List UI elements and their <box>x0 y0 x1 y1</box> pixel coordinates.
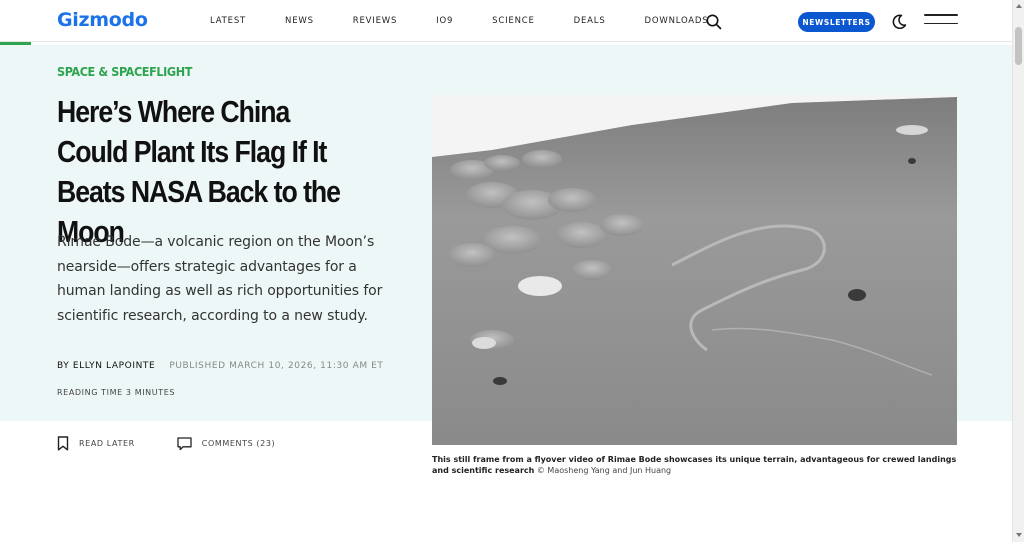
site-header: Gizmodo LATEST NEWS REVIEWS IO9 SCIENCE … <box>0 0 1012 42</box>
nav-news[interactable]: NEWS <box>285 16 314 26</box>
nav-latest[interactable]: LATEST <box>210 16 246 26</box>
article-title: Here’s Where China Could Plant Its Flag … <box>57 94 341 249</box>
hamburger-menu-icon[interactable] <box>924 14 958 28</box>
comment-icon <box>177 436 192 450</box>
read-later-label: READ LATER <box>79 439 135 448</box>
scrollbar-thumb[interactable] <box>1015 27 1022 65</box>
reading-time: READING TIME 3 MINUTES <box>57 388 176 397</box>
article-dek: Rimae Bode—a volcanic region on the Moon… <box>57 234 383 324</box>
page-scrollbar[interactable] <box>1012 0 1024 542</box>
nav-io9[interactable]: IO9 <box>436 16 453 26</box>
author-name[interactable]: BY ELLYN LAPOINTE <box>57 361 155 371</box>
scroll-down-arrow-icon[interactable] <box>1016 533 1022 537</box>
comments-label: COMMENTS (23) <box>201 439 276 448</box>
article-category[interactable]: SPACE & SPACEFLIGHT <box>57 64 192 79</box>
caption-credit: © Maosheng Yang and Jun Huang <box>536 466 672 475</box>
nav-science[interactable]: SCIENCE <box>492 16 534 26</box>
caption-text: This still frame from a flyover video of… <box>432 455 957 475</box>
lead-image-moon-terrain[interactable] <box>432 95 957 445</box>
main-nav: LATEST NEWS REVIEWS IO9 SCIENCE DEALS DO… <box>210 0 747 42</box>
nav-reviews[interactable]: REVIEWS <box>353 16 397 26</box>
nav-deals[interactable]: DEALS <box>574 16 606 26</box>
moon-icon[interactable] <box>890 13 908 31</box>
image-caption: This still frame from a flyover video of… <box>432 454 957 476</box>
site-logo[interactable]: Gizmodo <box>57 9 148 31</box>
comments-button[interactable]: COMMENTS (23) <box>177 436 276 451</box>
scroll-up-arrow-icon[interactable] <box>1016 4 1022 8</box>
nav-downloads[interactable]: DOWNLOADS <box>645 16 709 26</box>
search-icon[interactable] <box>705 13 723 31</box>
newsletters-button[interactable]: NEWSLETTERS <box>798 12 875 32</box>
bookmark-icon <box>57 436 69 451</box>
byline: BY ELLYN LAPOINTE PUBLISHED MARCH 10, 20… <box>57 361 384 371</box>
read-later-button[interactable]: READ LATER <box>57 436 135 451</box>
publish-date: PUBLISHED MARCH 10, 2026, 11:30 AM ET <box>169 361 384 371</box>
article-actions: READ LATER COMMENTS (23) <box>57 436 317 451</box>
